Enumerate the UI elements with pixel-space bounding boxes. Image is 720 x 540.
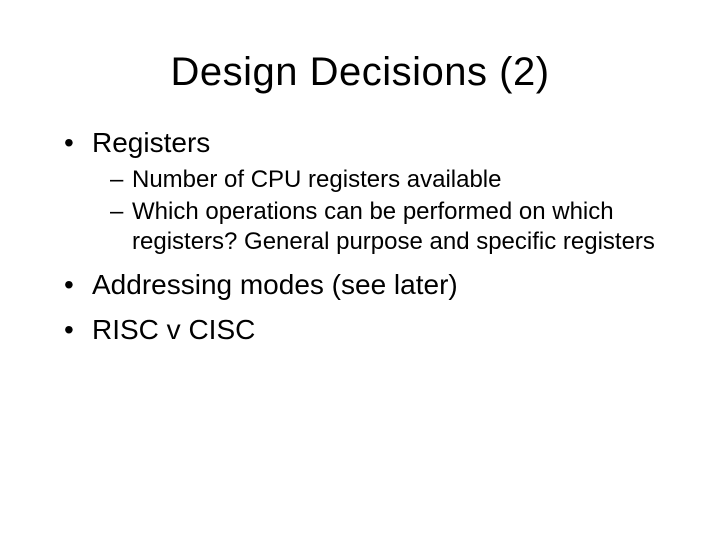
sub-bullet-item: Which operations can be performed on whi… [60, 197, 660, 257]
sub-bullet-text: Number of CPU registers available [132, 166, 501, 193]
sub-bullet-item: Number of CPU registers available [60, 165, 660, 195]
sub-bullet-list: Number of CPU registers available Which … [60, 165, 660, 257]
sub-bullet-text: Which operations can be performed on whi… [132, 198, 655, 255]
bullet-text: Addressing modes (see later) [92, 269, 458, 300]
slide-title: Design Decisions (2) [60, 50, 660, 95]
bullet-text: Registers [92, 127, 210, 158]
slide: Design Decisions (2) Registers Number of… [0, 0, 720, 540]
bullet-text: RISC v CISC [92, 314, 255, 345]
bullet-registers: Registers Number of CPU registers availa… [60, 125, 660, 257]
bullet-risc-cisc: RISC v CISC [60, 312, 660, 348]
bullet-list: Registers Number of CPU registers availa… [60, 125, 660, 348]
bullet-addressing: Addressing modes (see later) [60, 267, 660, 303]
